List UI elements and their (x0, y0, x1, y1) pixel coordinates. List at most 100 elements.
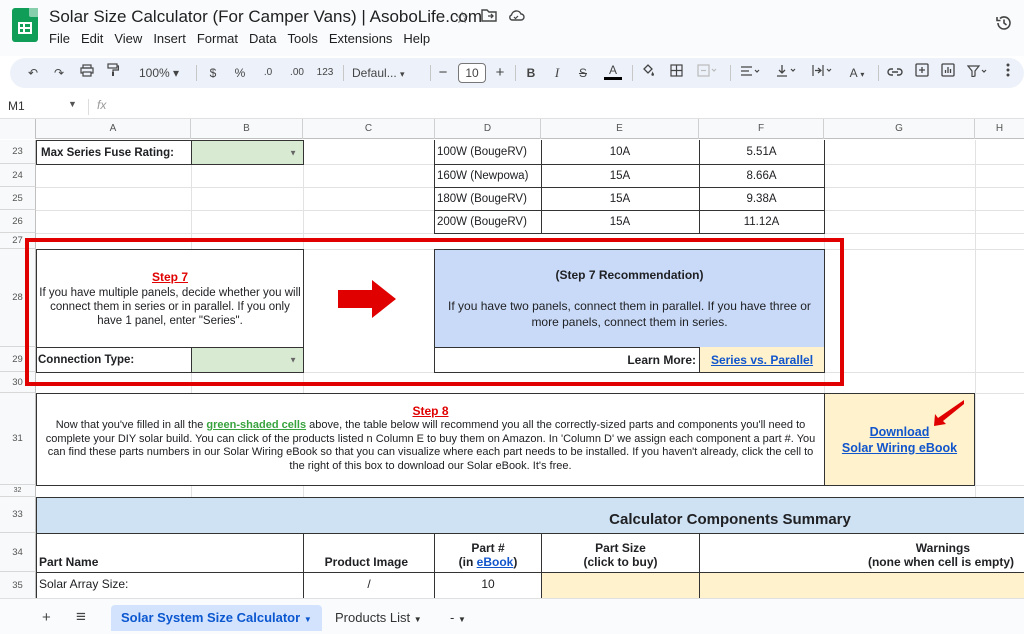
menu-data[interactable]: Data (249, 31, 276, 46)
insert-link-icon[interactable] (886, 63, 904, 83)
select-all-corner[interactable] (0, 119, 36, 139)
panel-name[interactable]: 180W (BougeRV) (437, 187, 541, 210)
text-wrapping-icon[interactable] (810, 63, 836, 83)
tab-menu-icon[interactable]: ▼ (458, 615, 466, 624)
solar-array-part-size-cell[interactable] (542, 573, 699, 598)
panel-fuse[interactable]: 15A (541, 187, 699, 210)
menu-format[interactable]: Format (197, 31, 238, 46)
print-icon[interactable] (78, 63, 96, 83)
paint-format-icon[interactable] (104, 63, 122, 83)
tab-menu-icon[interactable]: ▼ (414, 615, 422, 624)
strikethrough-icon[interactable]: S (574, 63, 592, 83)
solar-wiring-ebook-label[interactable]: Solar Wiring eBook (826, 440, 973, 456)
more-icon[interactable] (1000, 63, 1016, 83)
menu-file[interactable]: File (49, 31, 70, 46)
vertical-align-icon[interactable] (774, 63, 800, 83)
column-header-f[interactable]: F (699, 119, 824, 139)
row-header-32[interactable]: 32 (0, 485, 36, 497)
insert-chart-icon[interactable] (939, 63, 957, 83)
solar-array-product-image[interactable]: / (304, 577, 434, 591)
font-size-input[interactable]: 10 (458, 63, 486, 83)
italic-icon[interactable]: I (549, 63, 565, 83)
decrease-font-size-button[interactable]: − (436, 63, 450, 83)
tab-solar-system-size-calculator[interactable]: Solar System Size Calculator ▼ (111, 605, 322, 631)
panel-name[interactable]: 100W (BougeRV) (437, 140, 541, 164)
redo-icon[interactable]: ↷ (50, 63, 68, 83)
merge-cells-icon[interactable] (695, 63, 721, 83)
chevron-down-icon[interactable]: ▼ (68, 99, 77, 109)
percent-format-button[interactable]: % (232, 63, 248, 83)
fill-color-icon[interactable] (639, 63, 657, 83)
currency-format-button[interactable]: $ (206, 63, 220, 83)
menu-tools[interactable]: Tools (287, 31, 317, 46)
menu-help[interactable]: Help (403, 31, 430, 46)
formula-input[interactable] (120, 99, 1000, 115)
tab-label[interactable]: Solar System Size Calculator (121, 610, 300, 625)
horizontal-align-icon[interactable] (738, 63, 764, 83)
row-header-24[interactable]: 24 (0, 164, 36, 187)
column-header-g[interactable]: G (824, 119, 975, 139)
row-header-26[interactable]: 26 (0, 210, 36, 233)
row-header-25[interactable]: 25 (0, 187, 36, 210)
panel-name[interactable]: 160W (Newpowa) (437, 164, 541, 187)
increase-decimal-button[interactable]: .00 (285, 63, 309, 83)
tab-menu-icon[interactable]: ▼ (304, 615, 312, 624)
solar-array-warnings-cell[interactable] (700, 573, 1024, 598)
tab-dash[interactable]: - ▼ (440, 605, 476, 631)
panel-current[interactable]: 5.51A (699, 140, 824, 164)
panel-current[interactable]: 9.38A (699, 187, 824, 210)
menu-extensions[interactable]: Extensions (329, 31, 393, 46)
all-sheets-icon[interactable]: ≡ (76, 607, 86, 627)
tab-label[interactable]: - (450, 610, 454, 625)
tab-label[interactable]: Products List (335, 610, 410, 625)
row-header-35[interactable]: 35 (0, 572, 36, 598)
panel-current[interactable]: 8.66A (699, 164, 824, 187)
panel-fuse[interactable]: 10A (541, 140, 699, 164)
text-color-icon[interactable]: A (604, 63, 622, 80)
zoom-select[interactable]: 100% ▾ (134, 63, 184, 83)
row-header-33[interactable]: 33 (0, 497, 36, 533)
column-header-a[interactable]: A (36, 119, 191, 139)
filter-icon[interactable] (965, 63, 991, 83)
panel-fuse[interactable]: 15A (541, 164, 699, 187)
column-header-b[interactable]: B (191, 119, 303, 139)
download-label[interactable]: Download (826, 424, 973, 440)
column-header-d[interactable]: D (435, 119, 541, 139)
menu-edit[interactable]: Edit (81, 31, 103, 46)
history-icon[interactable] (994, 13, 1014, 38)
add-sheet-icon[interactable]: + (42, 609, 51, 626)
column-header-e[interactable]: E (541, 119, 699, 139)
column-header-c[interactable]: C (303, 119, 435, 139)
move-to-folder-icon[interactable] (479, 8, 499, 27)
row-header-23[interactable]: 23 (0, 140, 36, 164)
cloud-status-icon[interactable] (506, 8, 526, 27)
column-headers: A B C D E F G H (0, 119, 1024, 139)
sheets-logo-icon[interactable] (12, 8, 38, 42)
increase-font-size-button[interactable]: + (493, 63, 507, 83)
panel-current[interactable]: 11.12A (699, 210, 824, 233)
row-header-31[interactable]: 31 (0, 393, 36, 485)
ebook-link[interactable]: eBook (477, 555, 514, 569)
borders-icon[interactable] (667, 63, 685, 83)
menu-insert[interactable]: Insert (153, 31, 186, 46)
part-number-suffix: ) (513, 555, 518, 569)
undo-icon[interactable]: ↶ (24, 63, 42, 83)
panel-name[interactable]: 200W (BougeRV) (437, 210, 541, 233)
fuse-rating-dropdown[interactable]: ▼ (191, 140, 304, 165)
column-header-h[interactable]: H (975, 119, 1024, 139)
tab-products-list[interactable]: Products List ▼ (325, 605, 432, 631)
document-title[interactable]: Solar Size Calculator (For Camper Vans) … (49, 7, 482, 27)
name-box[interactable]: M1 (8, 99, 25, 113)
dropdown-arrow-icon[interactable]: ▼ (289, 148, 297, 157)
row-header-34[interactable]: 34 (0, 533, 36, 572)
star-icon[interactable]: ☆ (452, 8, 472, 28)
insert-comment-icon[interactable] (913, 63, 931, 83)
download-ebook-link[interactable]: Download Solar Wiring eBook (826, 424, 973, 456)
menu-view[interactable]: View (114, 31, 142, 46)
bold-icon[interactable]: B (523, 63, 539, 83)
font-select[interactable]: Defaul... ▾ (352, 63, 424, 83)
panel-fuse[interactable]: 15A (541, 210, 699, 233)
decrease-decimal-button[interactable]: .0 (258, 63, 278, 83)
text-rotation-icon[interactable]: A ▾ (844, 63, 870, 83)
more-formats-button[interactable]: 123 (314, 63, 336, 83)
